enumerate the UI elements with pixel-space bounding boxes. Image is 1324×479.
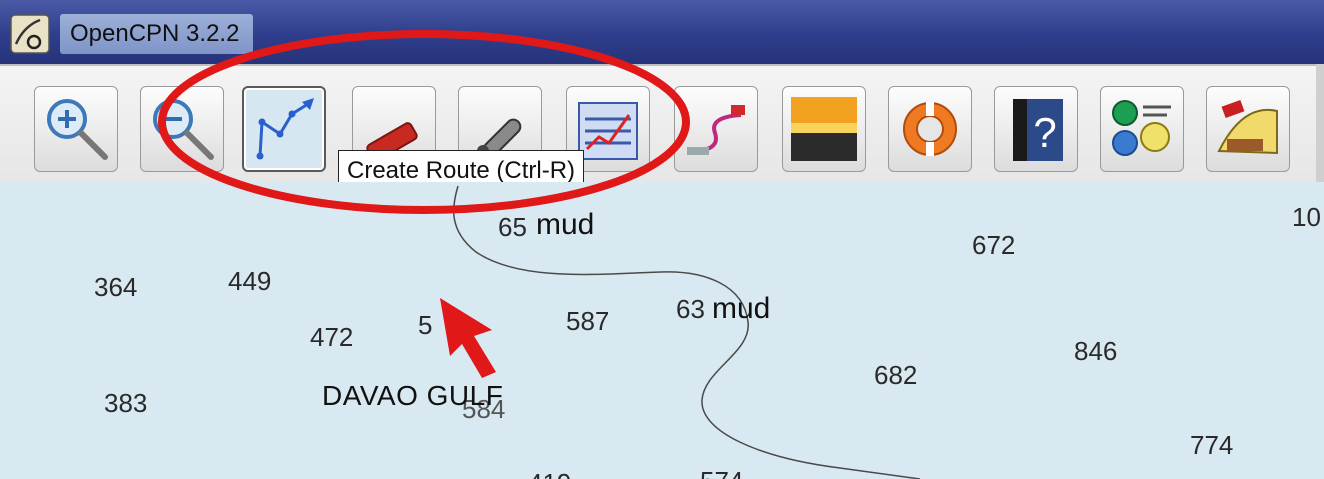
depth-sounding: 574 — [700, 466, 743, 479]
depth-sounding: 65 — [498, 212, 527, 242]
zoom-in-button[interactable] — [34, 86, 118, 172]
app-logo-icon — [10, 14, 50, 54]
color-scheme-button[interactable] — [782, 86, 866, 172]
depth-sounding: 682 — [874, 360, 918, 390]
seabed-label: mud — [712, 292, 771, 325]
main-toolbar: ? Create Route (Ctrl-R) — [0, 64, 1324, 194]
zoom-out-button[interactable] — [140, 86, 224, 172]
mob-button[interactable] — [888, 86, 972, 172]
help-button[interactable]: ? — [994, 86, 1078, 172]
color-scheme-icon — [791, 97, 857, 161]
depth-sounding: 419 — [528, 468, 571, 479]
dashboard-icon — [1112, 100, 1171, 156]
depth-sounding: 587 — [566, 306, 610, 336]
chart-canvas[interactable]: 364 449 472 5 8 587 63 672 682 846 383 7… — [0, 182, 1324, 479]
opencpn-window: OpenCPN 3.2.2 ? Create Route (Ctrl-R) 36… — [0, 0, 1324, 479]
help-icon: ? — [1013, 99, 1063, 161]
plugin-button[interactable] — [1206, 86, 1290, 172]
depth-sounding: 774 — [1190, 430, 1234, 460]
depth-sounding: 5 — [418, 310, 433, 340]
depth-sounding: 63 — [676, 294, 705, 324]
area-name-label: DAVAO GULF — [322, 380, 504, 411]
window-title: OpenCPN 3.2.2 — [60, 14, 254, 54]
depth-sounding: 846 — [1074, 336, 1118, 366]
create-route-icon — [256, 98, 314, 160]
depth-sounding: 10 — [1292, 202, 1321, 232]
zoom-out-icon — [153, 99, 214, 160]
depth-sounding: 8 — [452, 310, 467, 340]
depth-sounding: 364 — [94, 272, 138, 302]
create-route-button[interactable] — [242, 86, 326, 172]
zoom-in-icon — [47, 99, 108, 160]
depth-sounding: 472 — [310, 322, 354, 352]
plugin-icon — [1217, 99, 1278, 155]
ais-button[interactable] — [674, 86, 758, 172]
depth-sounding: 672 — [972, 230, 1016, 260]
lifebuoy-icon — [903, 102, 957, 156]
svg-text:?: ? — [1033, 109, 1056, 156]
depth-contour-line — [453, 185, 921, 479]
dashboard-button[interactable] — [1100, 86, 1184, 172]
ais-icon — [687, 105, 745, 155]
seabed-label: mud — [536, 208, 595, 241]
title-bar: OpenCPN 3.2.2 — [0, 0, 1324, 65]
depth-sounding: 383 — [104, 388, 148, 418]
depth-sounding: 449 — [228, 266, 272, 296]
